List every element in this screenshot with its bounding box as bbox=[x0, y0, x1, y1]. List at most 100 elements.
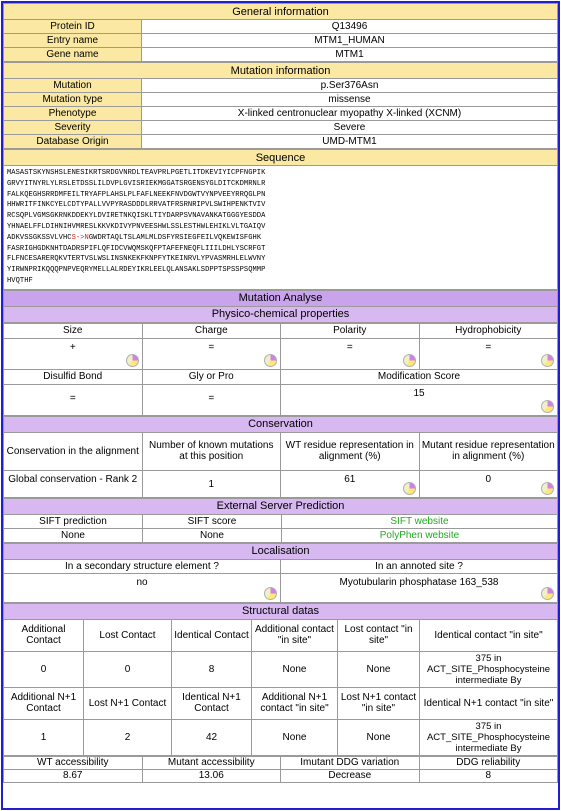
mutation-label: Mutation bbox=[3, 78, 142, 93]
pie-chart-icon bbox=[264, 353, 277, 367]
modification-score-value: 15 bbox=[413, 387, 425, 399]
lost-n1-contact-in-site-value: None bbox=[337, 718, 420, 756]
pie-chart-icon bbox=[541, 399, 554, 413]
physico-chemical-table: Size Charge Polarity Hydrophobicity + = … bbox=[3, 322, 558, 416]
mutation-analyse-table: Mutation Analyse Physico-chemical proper… bbox=[3, 289, 558, 323]
additional-n1-contact-value: 1 bbox=[3, 718, 84, 756]
hydrophobicity-label: Hydrophobicity bbox=[418, 322, 558, 339]
conservation-table: Conservation Conservation in the alignme… bbox=[3, 415, 558, 498]
known-mutations-cell: 1 bbox=[141, 469, 281, 498]
identical-n1-contact-value: 42 bbox=[171, 718, 252, 756]
protein-id-value: Q13496 bbox=[141, 19, 558, 34]
wt-accessibility-label: WT accessibility bbox=[3, 755, 143, 770]
conservation-header: Conservation bbox=[3, 415, 558, 433]
sequence-text: MASASTSKYNSHSLENESIKRTSRDGVNRDLTEAVPRLPG… bbox=[3, 165, 558, 290]
sequence-segment: GWDRTAQLTSLAMLMLDSFYRSIEGFEILVQKEWISFGHK bbox=[88, 233, 262, 242]
gly-or-pro-cell: = bbox=[141, 383, 281, 416]
charge-cell: = bbox=[141, 337, 281, 370]
sequence-header: Sequence bbox=[3, 149, 558, 166]
known-mutations-value: 1 bbox=[208, 478, 215, 490]
pie-chart-icon bbox=[541, 586, 554, 600]
mutant-representation-label: Mutant residue representation in alignme… bbox=[418, 431, 558, 471]
gene-name-label: Gene name bbox=[3, 47, 142, 62]
accessibility-table: WT accessibility Mutant accessibility Im… bbox=[3, 755, 558, 783]
wt-representation-value: 61 bbox=[344, 473, 356, 485]
lost-contact-label: Lost Contact bbox=[83, 618, 172, 652]
conservation-alignment-value: Global conservation - Rank 2 bbox=[8, 473, 138, 485]
pie-chart-icon bbox=[541, 353, 554, 367]
database-origin-label: Database Origin bbox=[3, 134, 142, 149]
mutation-marker: S->N bbox=[71, 233, 89, 242]
mutation-report-panel: General information Protein ID Q13496 Ent… bbox=[1, 1, 560, 810]
external-prediction-table: External Server Prediction SIFT predicti… bbox=[3, 497, 559, 543]
lost-n1-contact-value: 2 bbox=[83, 718, 172, 756]
identical-n1-contact-in-site-value: 375 in ACT_SITE_Phosphocysteine intermed… bbox=[419, 718, 558, 756]
charge-label: Charge bbox=[141, 322, 281, 339]
phenotype-label: Phenotype bbox=[3, 106, 142, 121]
sift-website-link[interactable]: SIFT website bbox=[280, 513, 559, 529]
entry-name-value: MTM1_HUMAN bbox=[141, 33, 558, 48]
sequence-line: HVQTHF bbox=[7, 276, 33, 285]
polyphen-website-link[interactable]: PolyPhen website bbox=[280, 527, 559, 543]
identical-n1-contact-label: Identical N+1 Contact bbox=[171, 686, 252, 720]
database-origin-value: UMD-MTM1 bbox=[141, 134, 558, 149]
phenotype-value: X-linked centronuclear myopathy X-linked… bbox=[141, 106, 558, 121]
identical-contact-label: Identical Contact bbox=[171, 618, 252, 652]
additional-contact-value: 0 bbox=[3, 650, 84, 688]
size-cell: + bbox=[3, 337, 143, 370]
sequence-line: HHWRITFINKCYELCDTYPALLVVPYRASDDDLRRVATFR… bbox=[7, 201, 266, 210]
localisation-header: Localisation bbox=[3, 542, 558, 560]
sequence-table: Sequence MASASTSKYNSHSLENESIKRTSRDGVNRDL… bbox=[3, 149, 558, 290]
annoted-site-cell: Myotubularin phosphatase 163_538 bbox=[280, 572, 558, 603]
pie-chart-icon bbox=[264, 586, 277, 600]
size-value: + bbox=[69, 341, 76, 353]
pie-chart-icon bbox=[402, 481, 416, 495]
sequence-line: FASRIGHGDKNHTDADRSPIFLQFIDCVWQMSKQFPTAFE… bbox=[7, 244, 266, 253]
hydrophobicity-value: = bbox=[485, 341, 492, 353]
structural-datas-table: Structural datas Additional Contact Lost… bbox=[3, 602, 558, 756]
conservation-alignment-cell: Global conservation - Rank 2 bbox=[3, 469, 143, 498]
mutation-information-table: Mutation information Mutation p.Ser376Asn… bbox=[3, 62, 558, 149]
wt-representation-cell: 61 bbox=[280, 469, 420, 498]
severity-label: Severity bbox=[3, 120, 142, 135]
sequence-line: YIRWNPRIKQQQPNPVEQRYMELLALRDEYIKRLEELQLA… bbox=[7, 266, 266, 275]
conservation-alignment-label: Conservation in the alignment bbox=[3, 431, 143, 471]
disulfid-bond-label: Disulfid Bond bbox=[3, 368, 143, 385]
modification-score-cell: 15 bbox=[280, 383, 558, 416]
hydrophobicity-cell: = bbox=[418, 337, 558, 370]
ddg-reliability-value: 8 bbox=[418, 768, 558, 783]
pie-chart-icon bbox=[402, 353, 416, 367]
additional-contact-label: Additional Contact bbox=[3, 618, 84, 652]
polarity-cell: = bbox=[280, 337, 420, 370]
severity-value: Severe bbox=[141, 120, 558, 135]
wt-accessibility-value: 8.67 bbox=[3, 768, 143, 783]
mutation-type-label: Mutation type bbox=[3, 92, 142, 107]
mutation-type-value: missense bbox=[141, 92, 558, 107]
secondary-structure-label: In a secondary structure element ? bbox=[3, 558, 281, 574]
pie-chart-icon bbox=[125, 353, 139, 367]
imutant-ddg-variation-label: Imutant DDG variation bbox=[280, 755, 420, 770]
general-information-header: General information bbox=[3, 3, 558, 20]
additional-contact-in-site-label: Additional contact "in site" bbox=[251, 618, 338, 652]
disulfid-bond-cell: = bbox=[3, 383, 143, 416]
identical-contact-value: 8 bbox=[171, 650, 252, 688]
sequence-line: FALKQEGHSRRDMFEILTRYAFPLAHSLPLFAFLNEEKFN… bbox=[7, 190, 266, 199]
sift-prediction-value: None bbox=[3, 527, 143, 543]
sequence-line: MASASTSKYNSHSLENESIKRTSRDGVNRDLTEAVPRLPG… bbox=[7, 169, 266, 177]
lost-contact-value: 0 bbox=[83, 650, 172, 688]
modification-score-label: Modification Score bbox=[280, 368, 558, 385]
disulfid-bond-value: = bbox=[69, 392, 76, 404]
mutant-representation-value: 0 bbox=[485, 473, 492, 485]
sequence-line: FLFNCESARERQKVTERTVSLWSLINSNKEKFKNPFYTKE… bbox=[7, 255, 266, 264]
pie-chart-icon bbox=[541, 481, 554, 495]
sequence-line: RCSQPLVGMSGKRNKDDEKYLDVIRETNKQISKLTIYDAR… bbox=[7, 212, 266, 221]
sift-score-value: None bbox=[141, 527, 282, 543]
lost-n1-contact-label: Lost N+1 Contact bbox=[83, 686, 172, 720]
ddg-reliability-label: DDG reliability bbox=[418, 755, 558, 770]
secondary-structure-cell: no bbox=[3, 572, 281, 603]
known-mutations-label: Number of known mutations at this positi… bbox=[141, 431, 281, 471]
annoted-site-label: In an annoted site ? bbox=[280, 558, 558, 574]
mutation-value: p.Ser376Asn bbox=[141, 78, 558, 93]
general-information-table: General information Protein ID Q13496 Ent… bbox=[3, 3, 558, 62]
imutant-ddg-variation-value: Decrease bbox=[280, 768, 420, 783]
